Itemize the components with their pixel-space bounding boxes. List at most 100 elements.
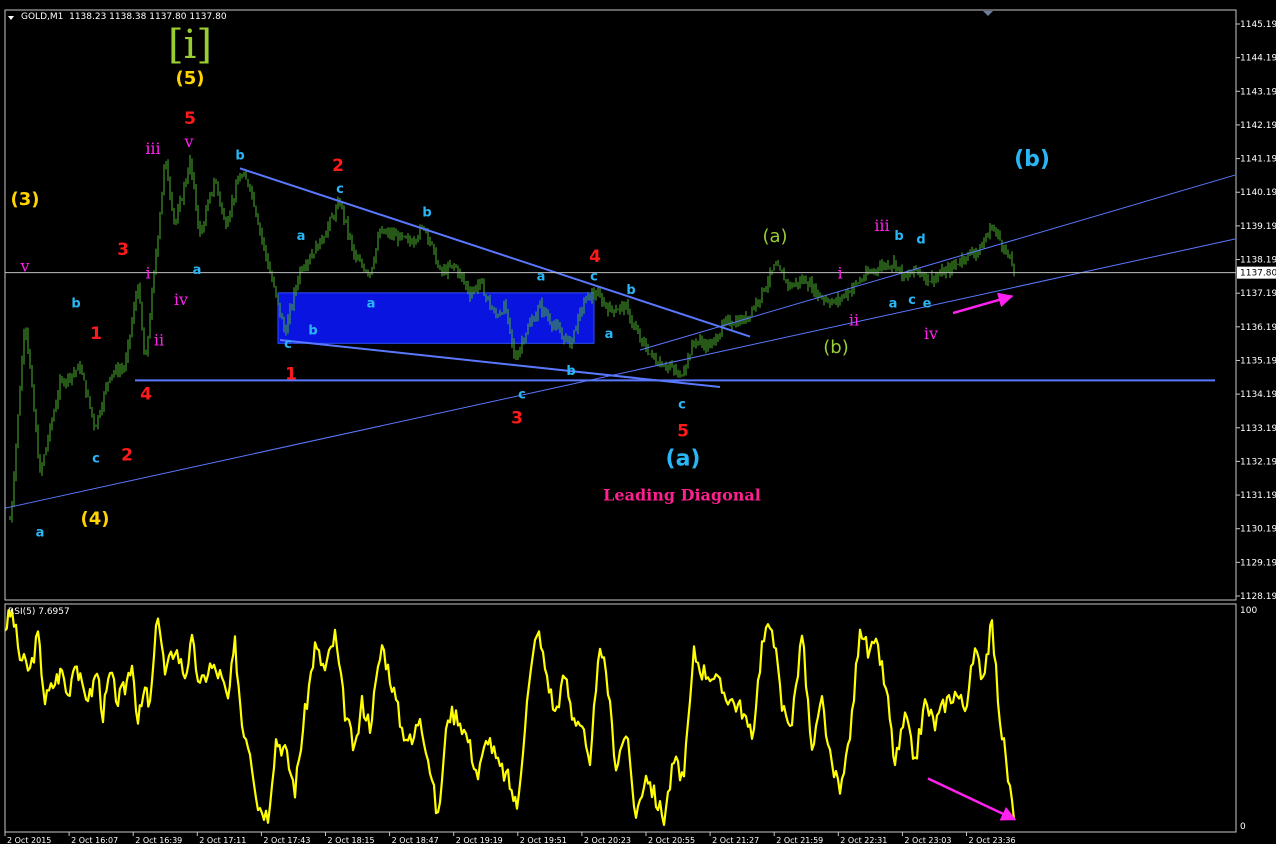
time-tick-label: 2 Oct 16:07 <box>71 836 118 844</box>
wave-label: (4) <box>81 509 110 530</box>
price-tick-label: 1131.19 <box>1240 491 1276 501</box>
time-tick-label: 2 Oct 19:19 <box>456 836 503 844</box>
wave-label: c <box>284 337 292 352</box>
time-tick-label: 2 Oct 20:23 <box>584 836 631 844</box>
wave-label: c <box>678 397 686 412</box>
rsi-header: RSI(5) 7.6957 <box>8 607 70 617</box>
price-tick-label: 1136.19 <box>1240 323 1276 333</box>
wave-label: b <box>71 296 80 311</box>
wave-label: b <box>626 283 635 298</box>
wave-label: 1 <box>90 324 102 344</box>
wave-label: b <box>422 206 431 221</box>
price-tick-label: 1138.19 <box>1240 256 1276 266</box>
time-tick-label: 2 Oct 22:31 <box>840 836 887 844</box>
time-tick-label: 2 Oct 21:59 <box>776 836 823 844</box>
rsi-panel-frame <box>4 603 1237 833</box>
wave-label: (3) <box>11 189 40 210</box>
wave-label: a <box>605 327 614 342</box>
chart-canvas[interactable]: [i](5)5viii b 2cba(3)3v i aivb a1 ii bc41c 2(4)a… <box>0 0 1276 844</box>
price-tick-label: 1143.19 <box>1240 87 1276 97</box>
time-tick-label: 2 Oct 20:55 <box>648 836 695 844</box>
wave-label: e <box>923 296 932 311</box>
time-tick-label: 2 Oct 17:43 <box>263 836 310 844</box>
wave-label: iii <box>874 216 889 235</box>
wave-label: (b) <box>1014 147 1050 172</box>
wave-label: 1 <box>285 365 297 385</box>
wave-label: i <box>145 263 150 282</box>
current-price-label: 1137.80 <box>1240 269 1276 279</box>
wave-label: i <box>837 263 842 282</box>
price-tick-label: 1133.19 <box>1240 424 1276 434</box>
wave-label: a <box>193 263 202 278</box>
wave-label: 4 <box>589 247 601 267</box>
wave-label: c <box>590 270 598 285</box>
wave-label: b <box>566 364 575 379</box>
rsi-line[interactable] <box>4 608 1016 826</box>
wave-label: 3 <box>511 408 523 428</box>
price-tick-label: 1134.19 <box>1240 390 1276 400</box>
wave-label: ii <box>849 310 859 329</box>
axes: 1145.19 1144.19 1143.19 1142.19 1141.19 1140.… <box>4 9 1276 844</box>
wave-label: iv <box>174 290 188 309</box>
price-tick-label: 1129.19 <box>1240 558 1276 568</box>
wave-label: v <box>19 257 29 276</box>
time-tick-label: 2 Oct 19:51 <box>520 836 567 844</box>
price-tick-label: 1130.19 <box>1240 525 1276 535</box>
current-price-tag: 1137.80 <box>1237 266 1276 279</box>
channel-lower[interactable] <box>4 238 1236 509</box>
wave-label: a <box>537 270 546 285</box>
wave-label: b <box>894 229 903 244</box>
time-tick-label: 2 Oct 21:27 <box>712 836 759 844</box>
wave-label: (b) <box>823 337 848 358</box>
wave-label: a <box>889 296 898 311</box>
wave-label: Leading Diagonal <box>603 485 761 504</box>
rsi-divergence-arrow[interactable] <box>927 777 1017 821</box>
wave-label: 5 <box>677 422 689 442</box>
wave-label: (5) <box>176 68 205 89</box>
price-tick-label: 1132.19 <box>1240 457 1276 467</box>
chart-menu-icon[interactable] <box>8 16 14 20</box>
price-tick-label: 1137.19 <box>1240 289 1276 299</box>
wave-label: 2 <box>332 156 344 176</box>
wave-label: (a) <box>762 226 787 247</box>
wave-label: ii <box>154 331 164 350</box>
time-tick-label: 2 Oct 16:39 <box>135 836 182 844</box>
price-tick-label: 1145.19 <box>1240 20 1276 30</box>
wave-label: b <box>308 323 317 338</box>
time-tick-label: 2 Oct 23:03 <box>904 836 951 844</box>
time-tick-label: 2 Oct 18:47 <box>392 836 439 844</box>
time-tick-label: 2 Oct 2015 <box>7 836 51 844</box>
price-tick-label: 1144.19 <box>1240 54 1276 64</box>
consolidation-box[interactable] <box>277 292 595 344</box>
rsi-tick-label: 0 <box>1240 822 1246 832</box>
price-tick-label: 1135.19 <box>1240 356 1276 366</box>
wave-label: 3 <box>117 240 129 260</box>
wave-label: d <box>916 233 925 248</box>
wave-label: [i] <box>168 22 212 68</box>
chart-shift-icon[interactable] <box>983 11 993 16</box>
price-tick-label: 1139.19 <box>1240 222 1276 232</box>
price-tick-label: 1128.19 <box>1240 592 1276 602</box>
wave-label: v <box>183 132 193 151</box>
wave-label: iii <box>145 139 160 158</box>
wave-label: 5 <box>184 109 196 129</box>
rsi-panel[interactable] <box>4 608 1017 826</box>
rsi-tick-label: 100 <box>1240 606 1257 616</box>
wave-label: b <box>235 148 244 163</box>
price-tick-label: 1140.19 <box>1240 188 1276 198</box>
wave-label: a <box>367 296 376 311</box>
wave-label: a <box>36 525 45 540</box>
time-tick-label: 2 Oct 18:15 <box>328 836 375 844</box>
wave-label: c <box>518 387 526 402</box>
wave-label: c <box>908 293 916 308</box>
wave-label: c <box>92 451 100 466</box>
wave-label: 4 <box>140 385 152 405</box>
time-tick-label: 2 Oct 17:11 <box>199 836 246 844</box>
price-panel[interactable]: [i](5)5viii b 2cba(3)3v i aivb a1 ii bc41c 2(4)a… <box>4 22 1236 540</box>
wave-label: (a) <box>666 446 701 471</box>
wave-label: 2 <box>121 445 133 465</box>
wave-label: c <box>336 182 344 197</box>
price-tick-label: 1141.19 <box>1240 155 1276 165</box>
time-tick-label: 2 Oct 23:36 <box>969 836 1016 844</box>
wave-label: iv <box>924 324 938 343</box>
